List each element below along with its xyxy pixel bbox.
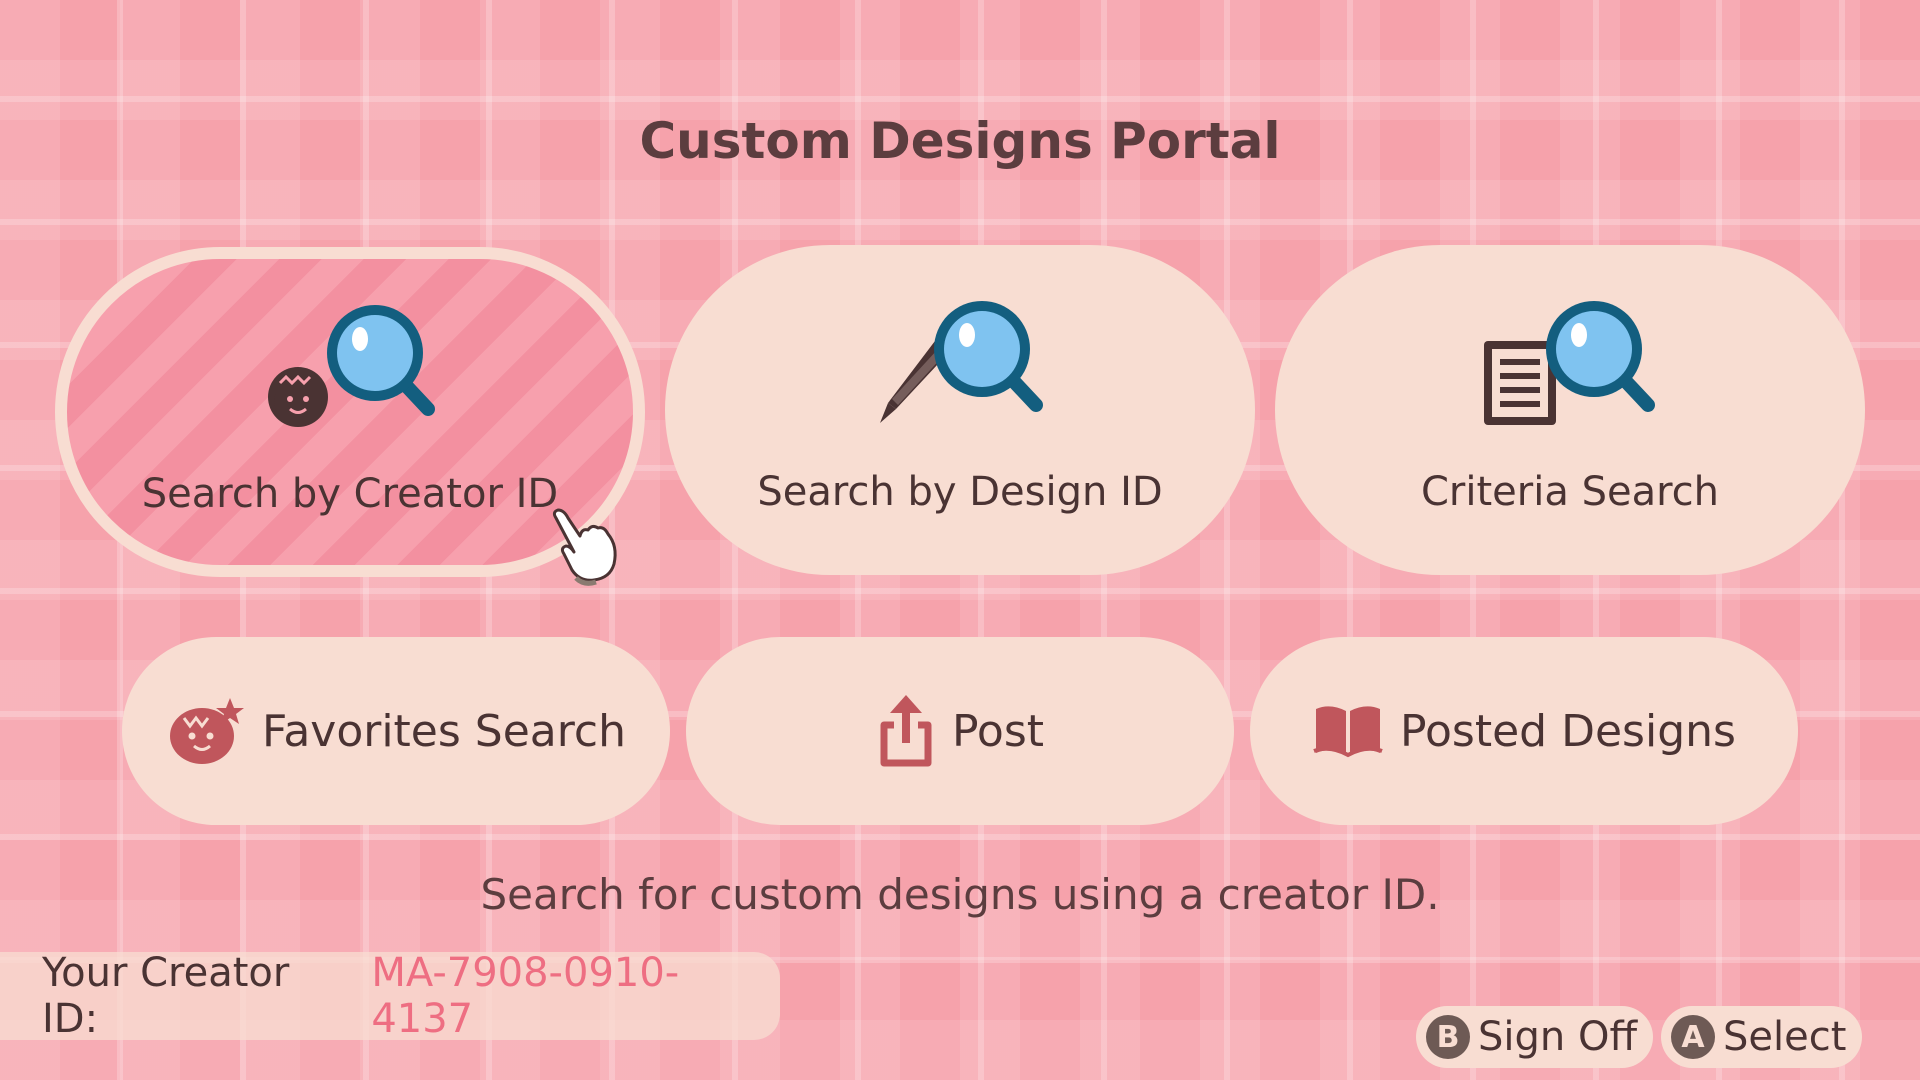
creator-search-icon bbox=[268, 305, 435, 427]
b-button-icon: B bbox=[1426, 1015, 1470, 1059]
button-label: Criteria Search bbox=[1421, 469, 1719, 515]
button-label: Post bbox=[951, 705, 1045, 757]
button-label: Search by Design ID bbox=[757, 469, 1163, 515]
search-by-design-id-button[interactable]: Search by Design ID bbox=[665, 245, 1255, 575]
a-button-icon: A bbox=[1671, 1015, 1715, 1059]
criteria-search-button[interactable]: Criteria Search bbox=[1275, 245, 1865, 575]
favorite-villager-icon bbox=[170, 698, 245, 764]
favorites-search-button[interactable]: Favorites Search bbox=[122, 637, 670, 825]
button-label: Posted Designs bbox=[1400, 705, 1736, 757]
post-button[interactable]: Post bbox=[686, 637, 1234, 825]
creator-id-value: MA-7908-0910-4137 bbox=[371, 950, 680, 1042]
page-title: Custom Designs Portal bbox=[639, 112, 1281, 170]
creator-id-label: Your Creator ID: bbox=[42, 950, 290, 1042]
description-text: Search for custom designs using a creato… bbox=[480, 870, 1440, 919]
upload-icon bbox=[880, 695, 932, 767]
control-label: Sign Off bbox=[1478, 1014, 1638, 1060]
posted-designs-button[interactable]: Posted Designs bbox=[1250, 637, 1798, 825]
hand-cursor-icon bbox=[552, 508, 617, 586]
select-button[interactable]: A Select bbox=[1661, 1006, 1863, 1068]
criteria-search-icon bbox=[1484, 301, 1655, 425]
control-label: Select bbox=[1723, 1014, 1847, 1060]
creator-id-panel: Your Creator ID: MA-7908-0910-4137 bbox=[0, 950, 780, 1042]
design-search-icon bbox=[880, 301, 1043, 423]
open-book-icon bbox=[1313, 706, 1383, 758]
sign-off-button[interactable]: B Sign Off bbox=[1416, 1006, 1654, 1068]
button-label: Favorites Search bbox=[262, 705, 626, 757]
